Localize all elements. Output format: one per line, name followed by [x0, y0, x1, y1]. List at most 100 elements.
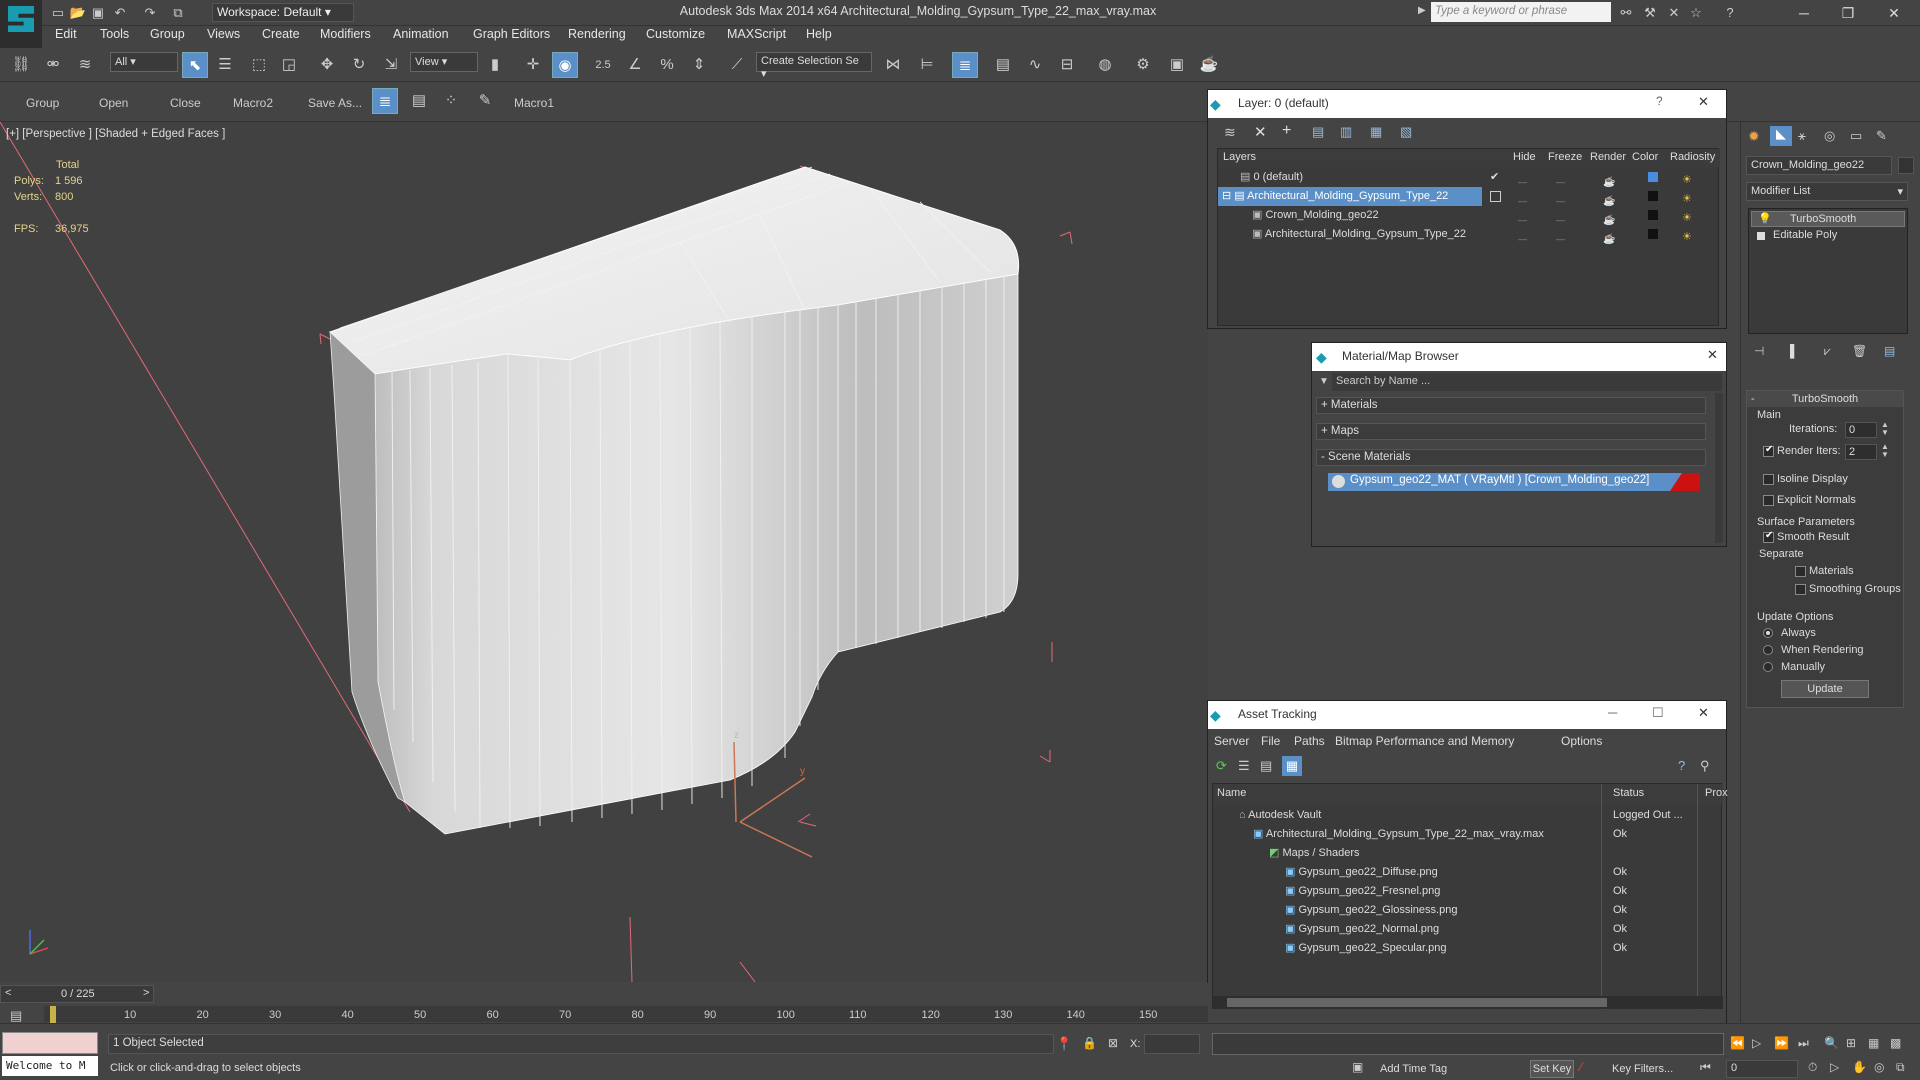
- search-input[interactable]: Type a keyword or phrase: [1431, 2, 1611, 22]
- col-status[interactable]: Status: [1613, 787, 1644, 799]
- isolate-icon[interactable]: 📍: [1056, 1036, 1072, 1052]
- maximize-button[interactable]: ❐: [1826, 0, 1870, 26]
- menu-help[interactable]: Help: [806, 27, 832, 41]
- add-to-layer-icon[interactable]: +: [1282, 122, 1291, 140]
- maxscript-listener-mini[interactable]: [2, 1032, 98, 1054]
- grid-view-icon[interactable]: ▦: [1282, 756, 1302, 776]
- project-folder-icon[interactable]: ⧉: [168, 3, 188, 23]
- list-icon[interactable]: ▤: [406, 88, 432, 114]
- asset-menu-bitmap-performance[interactable]: Bitmap Performance and Memory: [1335, 734, 1514, 748]
- binoculars-icon[interactable]: ⚯: [1616, 3, 1636, 23]
- perspective-viewport[interactable]: y z: [0, 122, 1208, 982]
- layer-row[interactable]: ▣ Architectural_Molding_Gypsum_Type_22: [1218, 225, 1720, 244]
- make-unique-icon[interactable]: ⩗: [1824, 344, 1831, 359]
- menu-group[interactable]: Group: [150, 27, 185, 41]
- asset-row[interactable]: ▣ Gypsum_geo22_Fresnel.png Ok: [1213, 882, 1723, 901]
- select-by-name-icon[interactable]: ☰: [212, 52, 238, 78]
- menu-animation[interactable]: Animation: [393, 27, 449, 41]
- help-icon[interactable]: ?: [1720, 3, 1740, 23]
- undo-icon[interactable]: ↶: [110, 3, 130, 23]
- layer-panel-help-icon[interactable]: ?: [1656, 94, 1663, 108]
- asset-menu-paths[interactable]: Paths: [1294, 734, 1325, 748]
- asset-row[interactable]: ▣ Architectural_Molding_Gypsum_Type_22_m…: [1213, 825, 1723, 844]
- isoline-display-checkbox[interactable]: [1763, 474, 1774, 485]
- align-icon[interactable]: ⊨: [914, 52, 940, 78]
- menu-rendering[interactable]: Rendering: [568, 27, 626, 41]
- render-production-icon[interactable]: ☕: [1196, 52, 1222, 78]
- modifier-list-dropdown[interactable]: Modifier List ▾: [1746, 182, 1908, 201]
- redo-icon[interactable]: ↷: [140, 3, 160, 23]
- slider-prev-icon[interactable]: <: [5, 987, 11, 999]
- time-slider[interactable]: < 0 / 225 >: [0, 985, 154, 1003]
- material-browser-titlebar[interactable]: Material/Map Browser: [1312, 343, 1726, 371]
- show-end-result-icon[interactable]: ▌: [1790, 344, 1799, 358]
- turbosmooth-rollout-header[interactable]: - TurboSmooth: [1747, 391, 1903, 407]
- absolute-relative-toggle-icon[interactable]: ⊠: [1108, 1036, 1118, 1050]
- update-manually-radio[interactable]: [1763, 662, 1773, 672]
- mirror-icon[interactable]: ⋈: [880, 52, 906, 78]
- render-iters-checkbox[interactable]: ✔: [1763, 444, 1774, 457]
- maximize-viewport-icon[interactable]: ⧉: [1896, 1060, 1905, 1075]
- zoom-icon[interactable]: 🔍: [1824, 1036, 1839, 1050]
- menu-customize[interactable]: Customize: [646, 27, 705, 41]
- subscription-icon[interactable]: ⚒: [1640, 3, 1660, 23]
- materials-section[interactable]: + Materials: [1316, 397, 1706, 414]
- col-color[interactable]: Color: [1632, 151, 1658, 163]
- asset-maximize-button[interactable]: ☐: [1652, 705, 1664, 721]
- create-layer-icon[interactable]: ≋: [1224, 124, 1236, 141]
- refresh-icon[interactable]: ⟳: [1216, 758, 1227, 774]
- select-object-icon[interactable]: ⬉: [182, 52, 208, 78]
- menu-views[interactable]: Views: [207, 27, 240, 41]
- highlight-layer-icon[interactable]: ▥: [1340, 124, 1352, 140]
- time-tag-icon[interactable]: ▣: [1352, 1060, 1363, 1074]
- menu-tools[interactable]: Tools: [100, 27, 129, 41]
- freeze-all-layers-icon[interactable]: ▧: [1400, 124, 1412, 140]
- asset-menu-file[interactable]: File: [1261, 734, 1280, 748]
- asset-minimize-button[interactable]: ─: [1608, 705, 1617, 720]
- render-frame-icon[interactable]: ▣: [1164, 52, 1190, 78]
- configure-sets-icon[interactable]: ▤: [1884, 344, 1895, 358]
- go-to-start-icon[interactable]: ⏮: [1700, 1060, 1711, 1075]
- scene-materials-section[interactable]: - Scene Materials: [1316, 449, 1706, 466]
- search-expand-icon[interactable]: ▶: [1418, 5, 1426, 16]
- add-time-tag-button[interactable]: Add Time Tag: [1380, 1063, 1447, 1075]
- col-freeze[interactable]: Freeze: [1548, 151, 1582, 163]
- save-as-button[interactable]: Save As...: [308, 96, 362, 110]
- asset-help-icon[interactable]: ?: [1678, 758, 1685, 773]
- zoom-extents-icon[interactable]: ▦: [1868, 1036, 1879, 1050]
- layer-color-swatch[interactable]: [1648, 229, 1658, 239]
- asset-row[interactable]: ▣ Gypsum_geo22_Glossiness.png Ok: [1213, 901, 1723, 920]
- iterations-spinner[interactable]: 0: [1845, 422, 1877, 438]
- col-hide[interactable]: Hide: [1513, 151, 1536, 163]
- next-frame-icon[interactable]: ⏩: [1774, 1036, 1789, 1050]
- brush-icon[interactable]: ✎: [472, 88, 498, 114]
- rotate-icon[interactable]: ↻: [346, 52, 372, 78]
- asset-row[interactable]: ⌂ Autodesk Vault Logged Out ...: [1213, 806, 1723, 825]
- render-iters-spinner-arrows[interactable]: ▲ ▼: [1881, 443, 1889, 459]
- link-icon[interactable]: ⛓: [8, 52, 34, 78]
- separate-smoothing-groups-checkbox[interactable]: [1795, 584, 1806, 595]
- layer-row[interactable]: ▣ Crown_Molding_geo22: [1218, 206, 1720, 225]
- close-window-button[interactable]: ✕: [1872, 0, 1916, 26]
- collapse-icon[interactable]: ⊟: [1222, 190, 1231, 202]
- asset-close-button[interactable]: ✕: [1698, 705, 1709, 721]
- window-crossing-icon[interactable]: ◲: [276, 52, 302, 78]
- delete-layer-icon[interactable]: ✕: [1254, 123, 1267, 141]
- asset-menu-server[interactable]: Server: [1214, 734, 1249, 748]
- col-render[interactable]: Render: [1590, 151, 1626, 163]
- menu-edit[interactable]: Edit: [55, 27, 77, 41]
- col-layers[interactable]: Layers: [1223, 151, 1256, 163]
- list-view-icon[interactable]: ☰: [1238, 758, 1250, 774]
- move-icon[interactable]: ✥: [314, 52, 340, 78]
- close-group-button[interactable]: Close: [170, 96, 201, 110]
- lightbulb-icon[interactable]: 💡: [1758, 212, 1772, 225]
- layer-row[interactable]: ⊟ ▤ Architectural_Molding_Gypsum_Type_22: [1218, 187, 1482, 206]
- maxscript-input[interactable]: Welcome to M: [2, 1056, 98, 1076]
- pin-stack-icon[interactable]: ⊣: [1754, 344, 1764, 358]
- workspace-dropdown[interactable]: Workspace: Default ▾: [212, 3, 354, 22]
- favorites-star-icon[interactable]: ☆: [1686, 3, 1706, 23]
- go-to-end-icon[interactable]: ⏭: [1798, 1036, 1809, 1051]
- stack-item-editable-poly[interactable]: Editable Poly: [1751, 228, 1905, 244]
- prev-frame-icon[interactable]: ⏪: [1730, 1036, 1745, 1050]
- menu-graph-editors[interactable]: Graph Editors: [473, 27, 550, 41]
